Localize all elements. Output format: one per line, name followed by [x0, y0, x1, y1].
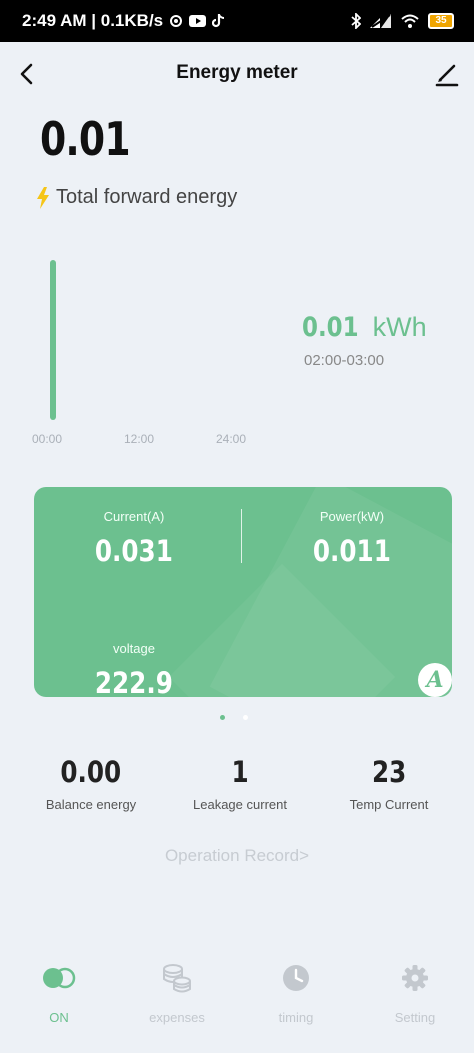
voltage-value: 222.9	[95, 666, 173, 697]
status-right: 35	[351, 13, 454, 29]
card-divider	[241, 509, 242, 563]
power-label: Power(kW)	[319, 509, 385, 524]
power-metric: Power(kW) 0.011	[252, 509, 452, 568]
toggle-icon	[0, 960, 118, 996]
chart-selected-unit: kWh	[372, 312, 427, 342]
power-value: 0.011	[313, 534, 391, 568]
bottom-nav: ON expenses timing Setting	[0, 960, 474, 1040]
tiktok-icon	[212, 14, 225, 28]
x-tick-1: 12:00	[124, 432, 155, 446]
chart-selected-range: 02:00-03:00	[304, 352, 385, 369]
nav-item-setting[interactable]: Setting	[356, 960, 474, 1025]
status-left: 2:49 AM | 0.1KB/s	[22, 11, 225, 31]
carousel-dots	[220, 715, 248, 720]
threads-icon	[169, 14, 183, 28]
current-metric: Current(A) 0.031	[34, 509, 234, 568]
current-label: Current(A)	[103, 509, 165, 524]
wifi-icon	[401, 14, 419, 28]
nav-item-expenses[interactable]: expenses	[118, 960, 236, 1025]
stat-label: Temp Current	[349, 797, 429, 812]
coins-icon	[118, 960, 236, 996]
phase-badge[interactable]: A	[418, 663, 452, 697]
battery-icon: 35	[428, 13, 454, 29]
stat-balance-energy: 0.00 Balance energy	[12, 755, 170, 812]
carousel-dot-active[interactable]	[220, 715, 225, 720]
stat-temp-current: 23 Temp Current	[310, 755, 468, 812]
current-value: 0.031	[95, 534, 173, 568]
clock-icon	[237, 960, 355, 996]
lightning-icon	[36, 186, 50, 209]
total-energy-value: 0.01	[40, 112, 131, 166]
stat-label: Balance energy	[45, 797, 137, 812]
nav-label: expenses	[149, 1010, 205, 1025]
total-energy-label: Total forward energy	[56, 186, 238, 208]
chart-selected-number: 0.01	[302, 312, 359, 343]
header: Energy meter	[0, 42, 474, 108]
nav-label: Setting	[394, 1010, 436, 1025]
signal-icon	[370, 14, 392, 28]
nav-label: ON	[49, 1010, 69, 1025]
stat-value: 0.00	[60, 755, 122, 789]
nav-item-timing[interactable]: timing	[237, 960, 355, 1025]
x-tick-2: 24:00	[216, 432, 247, 446]
total-energy-label-row: Total forward energy	[36, 186, 237, 209]
stat-leakage-current: 1 Leakage current	[161, 755, 319, 812]
chart-selected-value: 0.01 kWh	[302, 312, 427, 343]
youtube-icon	[189, 15, 207, 27]
nav-item-on[interactable]: ON	[0, 960, 118, 1025]
stat-value: 1	[231, 755, 249, 789]
x-tick-0: 00:00	[32, 432, 63, 446]
status-bar: 2:49 AM | 0.1KB/s 35	[0, 0, 474, 42]
nav-label: timing	[278, 1010, 314, 1025]
metrics-card[interactable]: Current(A) 0.031 Power(kW) 0.011 voltage…	[34, 487, 452, 697]
voltage-label: voltage	[113, 641, 155, 656]
edit-pencil-icon[interactable]	[432, 60, 460, 88]
carousel-dot[interactable]	[243, 715, 248, 720]
stat-value: 23	[371, 755, 407, 789]
bluetooth-icon	[351, 13, 361, 29]
energy-chart[interactable]: 00:00 12:00 24:00 0.01 kWh 02:00-03:00	[30, 250, 450, 450]
chart-bar[interactable]	[50, 260, 56, 420]
stat-label: Leakage current	[193, 797, 287, 812]
page-title: Energy meter	[176, 62, 298, 83]
operation-record-link[interactable]: Operation Record>	[0, 846, 474, 866]
status-time: 2:49 AM | 0.1KB/s	[22, 11, 164, 30]
gear-icon	[356, 960, 474, 996]
voltage-metric: voltage 222.9	[34, 641, 234, 697]
